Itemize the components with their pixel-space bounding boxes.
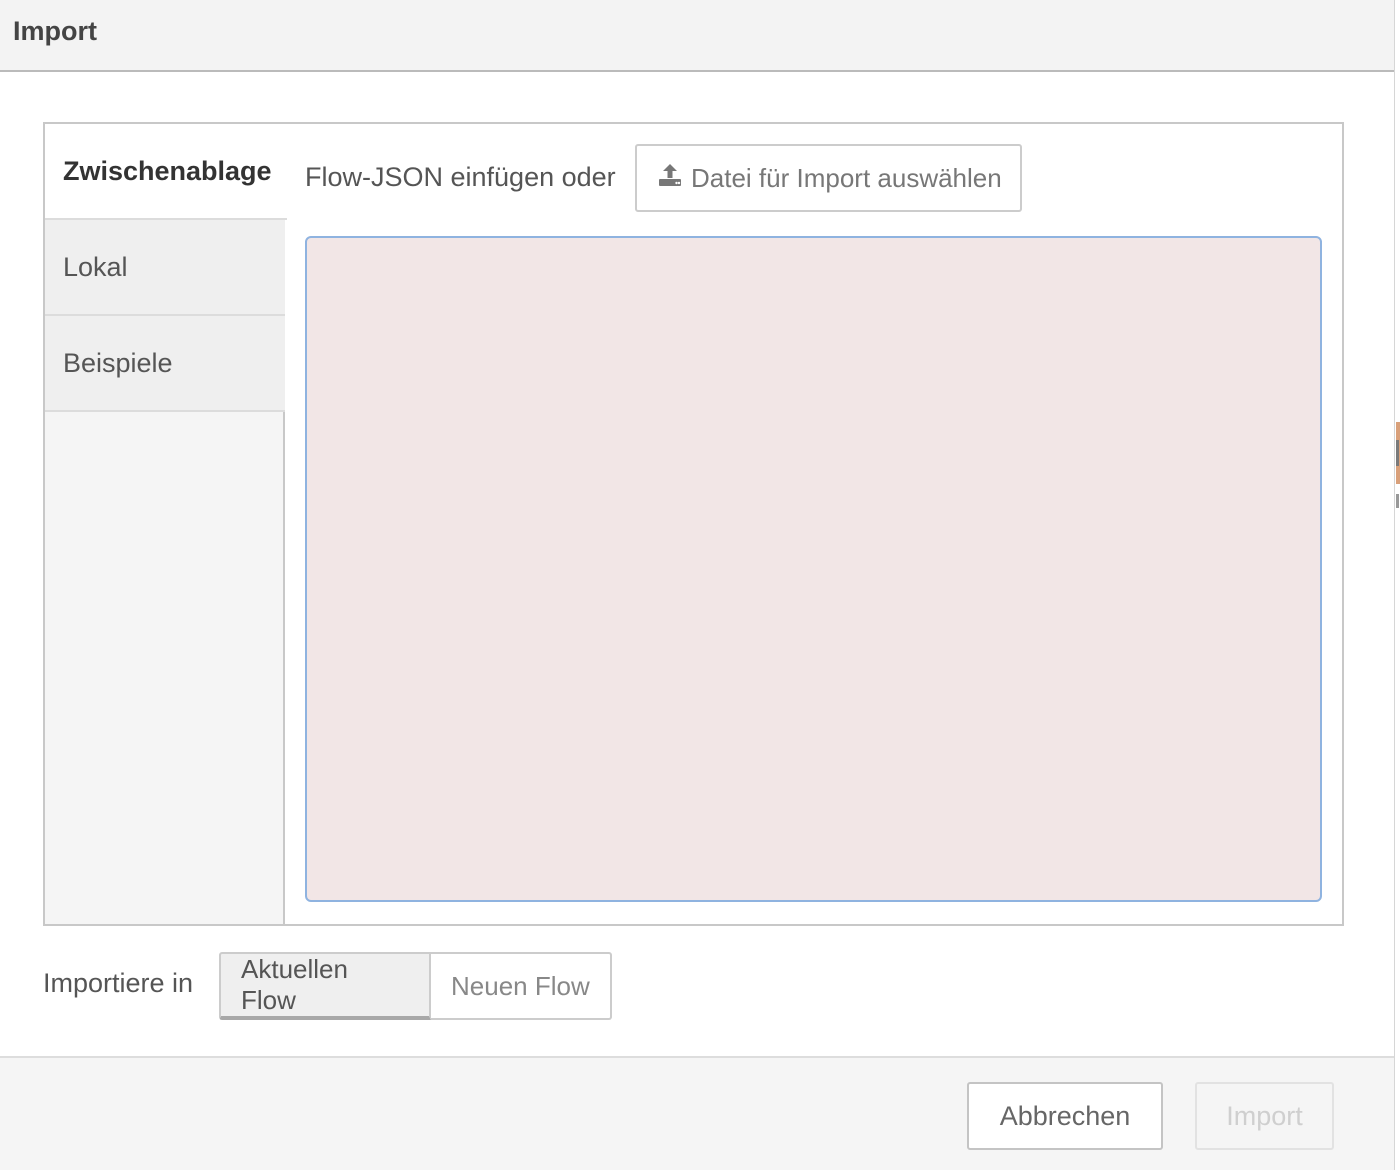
dialog-title: Import [13,16,97,46]
import-source-tabs: Zwischenablage Lokal Beispiele [45,124,287,924]
current-flow-option[interactable]: Aktuellen Flow [219,952,431,1020]
tab-local[interactable]: Lokal [45,220,285,316]
dialog-footer: Abbrechen Import [0,1056,1394,1170]
clipboard-content: Flow-JSON einfügen oder Datei für Import… [305,144,1325,904]
tab-clipboard[interactable]: Zwischenablage [45,124,287,220]
new-flow-option[interactable]: Neuen Flow [431,952,612,1020]
select-file-label: Datei für Import auswählen [691,162,1002,193]
flow-json-textarea[interactable] [305,236,1322,902]
import-button[interactable]: Import [1195,1082,1334,1150]
import-panel: Zwischenablage Lokal Beispiele Flow-JSON… [43,122,1344,926]
background-node-fragment [1396,494,1399,508]
dialog-titlebar: Import [0,0,1394,72]
upload-icon [657,162,691,195]
import-target-toggle: Aktuellen Flow Neuen Flow [219,952,612,1020]
select-file-button[interactable]: Datei für Import auswählen [635,144,1022,212]
background-edge [1394,0,1400,1170]
background-node-fragment [1396,440,1399,466]
paste-prompt: Flow-JSON einfügen oder [305,162,616,192]
cancel-button[interactable]: Abbrechen [967,1082,1163,1150]
import-target-label: Importiere in [43,968,194,998]
tab-examples[interactable]: Beispiele [45,316,285,412]
